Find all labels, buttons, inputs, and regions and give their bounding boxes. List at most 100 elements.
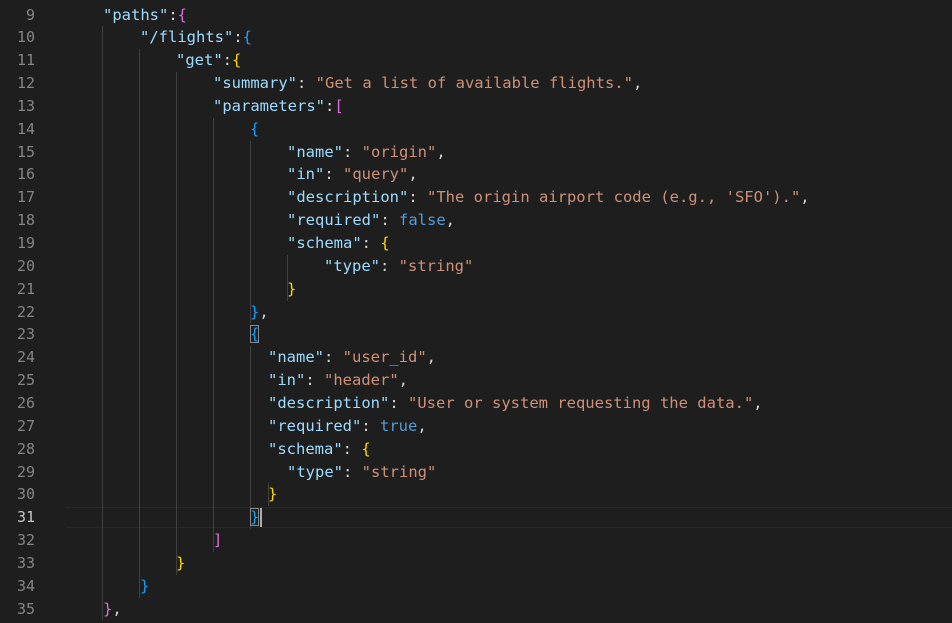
code-line[interactable]: "description": "The origin airport code …	[287, 186, 810, 209]
indent-guide	[250, 140, 251, 324]
punctuation-token: :	[342, 439, 362, 458]
punctuation-token: :	[380, 211, 399, 230]
punctuation-token: :	[343, 462, 362, 481]
line-number: 13	[16, 96, 35, 115]
code-line[interactable]: }	[268, 483, 277, 506]
code-line[interactable]: "type": "string"	[287, 461, 436, 484]
line-number: 33	[16, 553, 35, 572]
code-line[interactable]: }	[287, 278, 296, 301]
punctuation-token: :	[222, 51, 233, 70]
code-line[interactable]: "parameters":[	[213, 95, 344, 118]
json-string-token: "Get a list of available flights."	[315, 74, 633, 93]
line-number: 18	[16, 211, 35, 230]
json-key-token: "type"	[324, 256, 380, 275]
line-number: 29	[16, 462, 35, 481]
json-key-token: "name"	[287, 142, 343, 161]
punctuation-token: ,	[753, 393, 763, 412]
current-line-highlight	[66, 507, 952, 529]
line-number: 17	[16, 188, 35, 207]
json-string-token: "string"	[398, 256, 474, 275]
line-number: 10	[16, 28, 35, 47]
bracket-token: {	[250, 325, 260, 344]
json-string-token: "user_id"	[342, 348, 427, 367]
bracket-token: }	[103, 599, 113, 618]
punctuation-token: :	[324, 96, 335, 115]
json-key-token: "required"	[287, 211, 381, 230]
bracket-token: }	[250, 302, 260, 321]
punctuation-token: :	[233, 28, 243, 47]
json-string-token: "string"	[361, 462, 437, 481]
code-line[interactable]: "schema": {	[268, 438, 371, 461]
json-key-token: "in"	[287, 165, 325, 184]
code-line[interactable]: "name": "user_id",	[268, 346, 436, 369]
punctuation-token: :	[324, 165, 343, 184]
code-line[interactable]: "paths":{	[103, 4, 187, 27]
line-number: 34	[16, 576, 35, 595]
code-line[interactable]: "in": "header",	[268, 369, 408, 392]
punctuation-token: ,	[445, 211, 456, 230]
indent-guide	[139, 49, 140, 598]
punctuation-token: ,	[398, 371, 408, 390]
line-number: 35	[16, 599, 35, 618]
code-area[interactable]: "paths":{"/flights":{"get":{"summary": "…	[66, 0, 952, 623]
line-number: 25	[16, 371, 35, 390]
line-number: 16	[16, 165, 35, 184]
bracket-token: {	[242, 28, 253, 47]
punctuation-token: ,	[259, 302, 269, 321]
json-string-token: "origin"	[361, 142, 437, 161]
json-string-token: "The origin airport code (e.g., 'SFO')."	[427, 188, 801, 207]
code-line[interactable]: "summary": "Get a list of available flig…	[213, 72, 642, 95]
punctuation-token: :	[361, 234, 381, 252]
json-boolean-token: true	[380, 416, 418, 435]
code-line[interactable]: {	[250, 118, 259, 141]
indent-guide	[213, 117, 214, 552]
json-key-token: "/flights"	[140, 28, 234, 47]
line-number: 32	[16, 531, 35, 550]
line-number: 21	[16, 279, 35, 298]
json-string-token: "User or system requesting the data."	[408, 393, 754, 412]
code-line[interactable]: "get":{	[176, 49, 241, 72]
code-line[interactable]: "in": "query",	[287, 163, 418, 186]
line-number: 23	[16, 325, 35, 344]
line-number: 20	[16, 256, 35, 275]
punctuation-token: ,	[417, 416, 427, 435]
code-line[interactable]: "required": false,	[287, 209, 455, 232]
line-number: 9	[25, 5, 35, 24]
code-line[interactable]: ]	[213, 529, 222, 552]
json-key-token: "get"	[176, 51, 223, 70]
code-line[interactable]: "description": "User or system requestin…	[268, 392, 763, 415]
code-line[interactable]: },	[250, 301, 269, 324]
json-key-token: "in"	[268, 371, 306, 390]
line-number: 26	[16, 393, 35, 412]
text-cursor	[260, 508, 262, 528]
punctuation-token: ,	[436, 142, 446, 161]
code-line[interactable]: "schema": {	[287, 232, 390, 255]
json-key-token: "parameters"	[213, 96, 325, 115]
punctuation-token: :	[389, 393, 408, 412]
punctuation-token: :	[361, 416, 380, 435]
line-number-gutter[interactable]: 9 10 11 12 13 14 15 16 17 18 19 20 21 22 23 24 25 26 27 28 2…	[0, 0, 66, 623]
json-boolean-token: false	[399, 211, 446, 230]
indent-guide	[176, 72, 177, 575]
line-number: 31	[16, 508, 35, 527]
code-editor[interactable]: 9 10 11 12 13 14 15 16 17 18 19 20 21 22 23 24 25 26 27 28 2…	[0, 0, 952, 623]
code-line[interactable]: "name": "origin",	[287, 141, 446, 164]
bracket-token: }	[287, 279, 297, 298]
bracket-token: {	[361, 439, 371, 458]
line-number: 11	[16, 51, 35, 70]
bracket-token: }	[140, 576, 150, 595]
code-line[interactable]: },	[103, 598, 122, 621]
code-line[interactable]: }	[140, 575, 149, 598]
code-line[interactable]: "required": true,	[268, 415, 427, 438]
code-line[interactable]: }	[176, 552, 185, 575]
indent-guide	[250, 346, 251, 530]
line-number: 27	[16, 416, 35, 435]
line-number: 15	[16, 142, 35, 161]
code-line[interactable]: "/flights":{	[140, 26, 252, 49]
code-line[interactable]: "type": "string"	[324, 255, 473, 278]
json-key-token: "type"	[287, 462, 343, 481]
line-number: 24	[16, 348, 35, 367]
code-line[interactable]: }	[250, 506, 260, 529]
json-string-token: "query"	[343, 165, 409, 184]
code-line[interactable]: {	[250, 323, 260, 346]
